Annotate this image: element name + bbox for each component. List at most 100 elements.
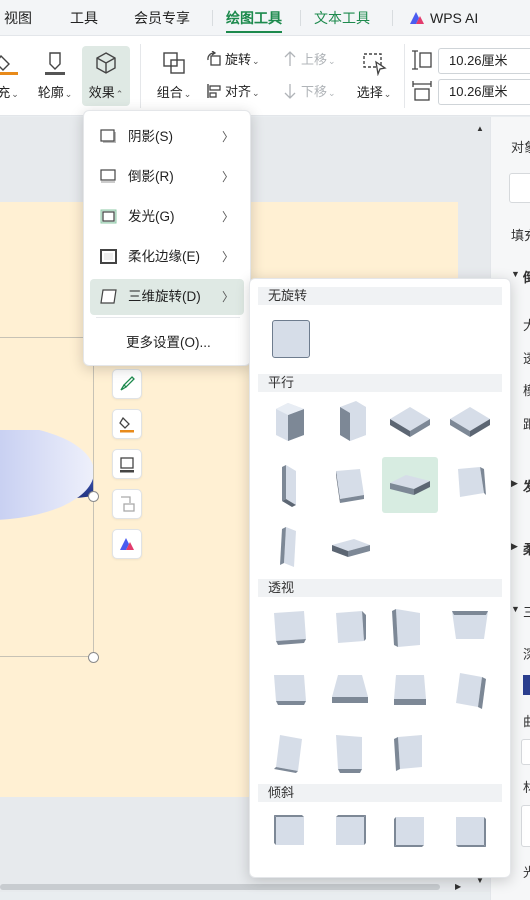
rotation-preset[interactable] bbox=[442, 663, 498, 719]
object-type-field[interactable] bbox=[509, 173, 530, 203]
width-icon bbox=[412, 81, 432, 101]
preset-no-rotation[interactable] bbox=[272, 320, 310, 358]
curve-field[interactable] bbox=[521, 739, 530, 765]
tab-tools[interactable]: 工具 bbox=[70, 0, 98, 36]
menu-item-glow[interactable]: 发光(G) 〉 bbox=[90, 199, 244, 235]
horizontal-scrollbar[interactable] bbox=[0, 880, 490, 892]
chevron-down-icon: ⌄ bbox=[252, 88, 260, 98]
menu-item-shadow[interactable]: 阴影(S) 〉 bbox=[90, 119, 244, 155]
outline-button[interactable]: 轮廓⌄ bbox=[31, 46, 79, 106]
menu-item-more-settings[interactable]: 更多设置(O)... bbox=[126, 331, 211, 351]
rotation-preset[interactable] bbox=[322, 805, 378, 861]
chevron-down-icon: ⌄ bbox=[383, 89, 392, 99]
tab-member[interactable]: 会员专享 bbox=[134, 0, 190, 36]
fill-button[interactable]: 充⌄ bbox=[0, 46, 32, 106]
rotation-preset[interactable] bbox=[322, 601, 378, 657]
menu-separator bbox=[96, 317, 240, 318]
rotation-preset[interactable] bbox=[322, 663, 378, 719]
scroll-right-arrow-icon[interactable]: ▶ bbox=[455, 882, 461, 891]
material-field[interactable] bbox=[521, 805, 530, 847]
lighting-label: 光 bbox=[523, 862, 530, 881]
expand-arrow-icon[interactable]: ▶ bbox=[511, 541, 518, 552]
rotation-preset[interactable] bbox=[262, 395, 318, 451]
rotate-button-label: 旋转 bbox=[225, 52, 252, 67]
rotation-preset-thumbnail-icon bbox=[282, 465, 296, 507]
rotation-preset[interactable] bbox=[442, 395, 498, 451]
rotation-preset-thumbnail-icon bbox=[274, 735, 302, 773]
rotation-preset[interactable] bbox=[382, 725, 438, 781]
menu-item-3d-rotation[interactable]: 三维旋转(D) 〉 bbox=[90, 279, 244, 315]
scroll-up-arrow-icon[interactable]: ▲ bbox=[476, 124, 484, 133]
section-header-no-rotation: 无旋转 bbox=[258, 287, 502, 305]
collapse-arrow-icon[interactable]: ▼ bbox=[511, 604, 520, 614]
effect-button[interactable]: 效果⌃ bbox=[82, 46, 130, 106]
rotation-preset[interactable] bbox=[382, 805, 438, 861]
rotation-preset[interactable] bbox=[442, 457, 498, 513]
rotation-preset[interactable] bbox=[322, 395, 378, 451]
rotation-preset[interactable] bbox=[262, 725, 318, 781]
align-button[interactable]: 对齐⌄ bbox=[206, 80, 260, 104]
tab-view[interactable]: 视图 bbox=[4, 0, 32, 36]
tab-text-tools[interactable]: 文本工具 bbox=[314, 0, 370, 36]
rotation-preset-thumbnail-icon bbox=[332, 539, 370, 557]
effect-button-label: 效果 bbox=[88, 85, 115, 100]
tab-wps-ai[interactable]: WPS AI bbox=[410, 0, 478, 36]
select-button[interactable]: 选择⌄ bbox=[350, 46, 398, 106]
height-input[interactable]: 10.26厘米 bbox=[438, 48, 530, 74]
tab-drawing-tools[interactable]: 绘图工具 bbox=[226, 0, 282, 36]
depth-color-swatch[interactable] bbox=[523, 675, 530, 695]
scroll-thumb[interactable] bbox=[0, 884, 440, 890]
resize-handle[interactable] bbox=[88, 652, 99, 663]
align-left-icon bbox=[207, 84, 221, 98]
menu-item-reflection[interactable]: 倒影(R) 〉 bbox=[90, 159, 244, 195]
rotation-preset[interactable] bbox=[262, 457, 318, 513]
rotation-preset[interactable] bbox=[382, 457, 438, 513]
rotation-preset[interactable] bbox=[382, 663, 438, 719]
rotation-preset[interactable] bbox=[322, 725, 378, 781]
chevron-down-icon: ⌄ bbox=[183, 89, 192, 99]
menu-item-soft-edge[interactable]: 柔化边缘(E) 〉 bbox=[90, 239, 244, 275]
transparency-label: 透 bbox=[523, 348, 530, 367]
quick-crop-button[interactable] bbox=[112, 489, 142, 519]
quick-style-button[interactable] bbox=[112, 369, 142, 399]
rotation-preset[interactable] bbox=[442, 601, 498, 657]
rotation-preset[interactable] bbox=[322, 519, 378, 575]
rotation-preset-thumbnail-icon bbox=[276, 403, 304, 441]
rotation-preset-thumbnail-icon bbox=[274, 675, 306, 705]
rotation-preset[interactable] bbox=[262, 663, 318, 719]
chevron-right-icon: 〉 bbox=[221, 290, 234, 304]
floating-toolbar bbox=[112, 369, 144, 569]
collapse-arrow-icon[interactable]: ▼ bbox=[511, 269, 520, 279]
rotation-preset-thumbnail-icon bbox=[336, 735, 362, 773]
chevron-down-icon: ⌄ bbox=[328, 56, 336, 66]
chevron-right-icon: 〉 bbox=[221, 170, 234, 184]
move-down-button[interactable]: 下移⌄ bbox=[282, 80, 336, 104]
move-up-button[interactable]: 上移⌄ bbox=[282, 48, 336, 72]
rotation-preset-thumbnail-icon bbox=[336, 469, 364, 503]
menu-tab-bar: 视图 工具 会员专享 绘图工具 文本工具 WPS AI bbox=[0, 0, 530, 36]
rotate-button[interactable]: 旋转⌄ bbox=[206, 48, 260, 72]
quick-outline-button[interactable] bbox=[112, 449, 142, 479]
group-button[interactable]: 组合⌄ bbox=[150, 46, 198, 106]
expand-arrow-icon[interactable]: ▶ bbox=[511, 478, 518, 489]
glow-square-icon bbox=[100, 209, 117, 224]
rotation-preset[interactable] bbox=[262, 601, 318, 657]
tab-divider bbox=[300, 10, 301, 26]
move-up-icon bbox=[284, 51, 296, 66]
rotation-preset[interactable] bbox=[382, 601, 438, 657]
rotation-preset[interactable] bbox=[262, 519, 318, 575]
quick-fill-button[interactable] bbox=[112, 409, 142, 439]
menu-item-label: 三维旋转(D) bbox=[128, 289, 201, 304]
rotation-preset[interactable] bbox=[442, 805, 498, 861]
width-input[interactable]: 10.26厘米 bbox=[438, 79, 530, 105]
height-icon bbox=[412, 50, 432, 70]
curve-label: 曲 bbox=[523, 711, 530, 730]
rotation-preset[interactable] bbox=[322, 457, 378, 513]
outline-icon bbox=[120, 457, 134, 473]
quick-ai-button[interactable] bbox=[112, 529, 142, 559]
resize-handle[interactable] bbox=[88, 491, 99, 502]
select-cursor-icon bbox=[363, 53, 387, 76]
rotation-preset[interactable] bbox=[262, 805, 318, 861]
move-down-label: 下移 bbox=[301, 84, 328, 99]
rotation-preset[interactable] bbox=[382, 395, 438, 451]
